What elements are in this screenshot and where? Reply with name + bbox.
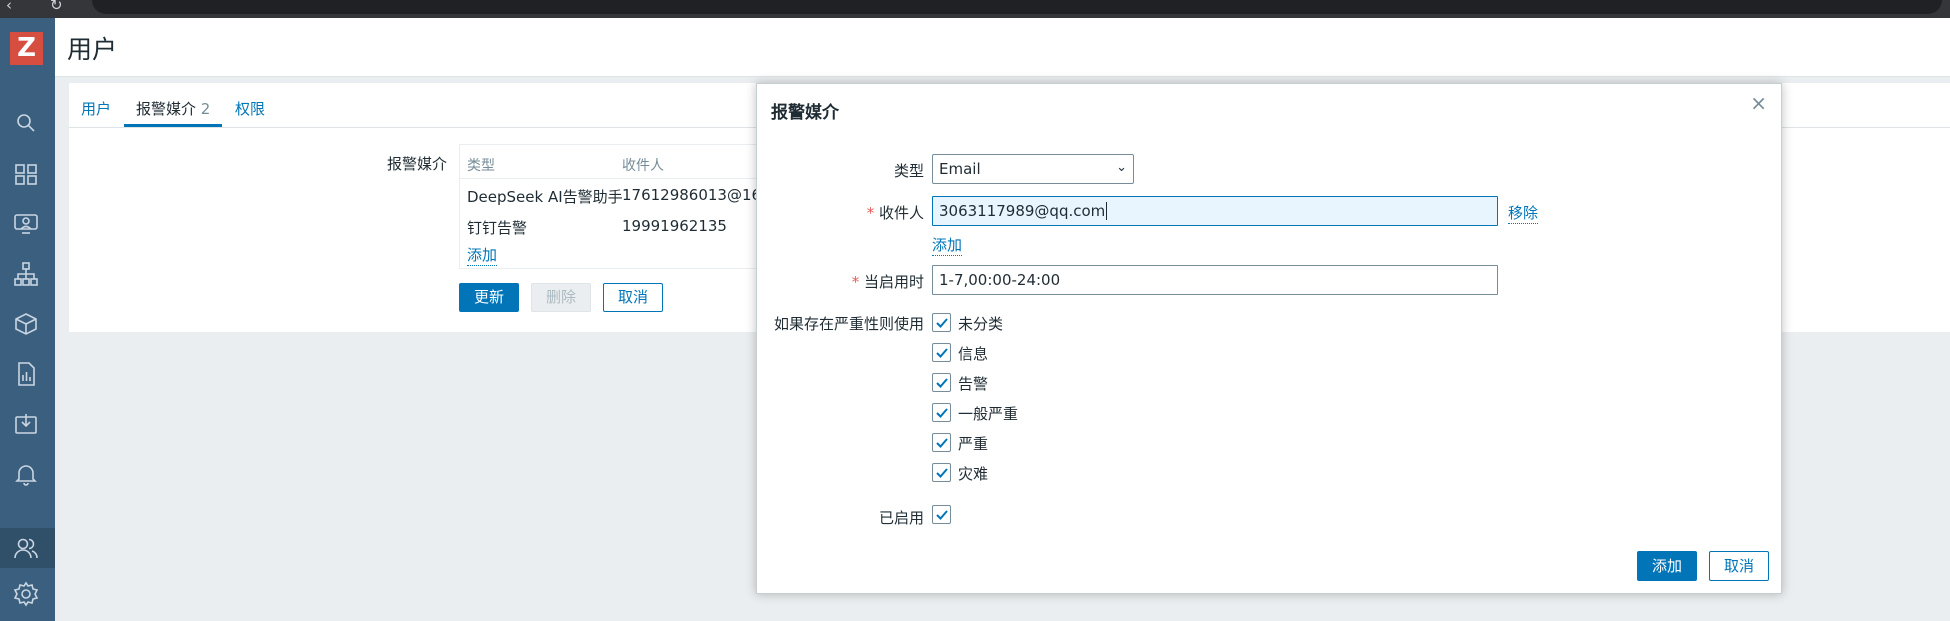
cancel-button[interactable]: 取消: [603, 283, 663, 312]
media-field-label: 报警媒介: [387, 155, 448, 173]
delete-button: 删除: [531, 283, 591, 312]
media-row-type: DeepSeek AI告警助手: [467, 188, 623, 206]
media-dialog: 报警媒介 × 类型 Email ⌄ * 收件人 3063117989@qq.co…: [756, 83, 1782, 594]
add-media-link[interactable]: 添加: [467, 244, 498, 266]
required-mark: *: [851, 273, 860, 291]
check-icon: [936, 408, 948, 418]
address-bar[interactable]: [92, 0, 1942, 14]
recipient-label: * 收件人: [867, 202, 924, 223]
type-label: 类型: [893, 162, 924, 180]
back-icon[interactable]: ‹: [6, 0, 12, 14]
data-collection-icon[interactable]: [13, 411, 39, 437]
check-icon: [936, 348, 948, 358]
period-label: * 当启用时: [852, 271, 924, 292]
severity-checkbox[interactable]: [932, 403, 951, 422]
period-input[interactable]: 1-7,00:00-24:00: [932, 265, 1498, 295]
media-row-recipient: 17612986013@163.: [622, 186, 776, 204]
enabled-checkbox[interactable]: [932, 505, 951, 524]
severity-label: 如果存在严重性则使用: [773, 315, 924, 333]
tab-media-label: 报警媒介: [136, 100, 197, 118]
recipient-value: 3063117989@qq.com: [939, 202, 1106, 220]
update-button[interactable]: 更新: [459, 283, 519, 312]
browser-toolbar: ‹ ↻: [0, 0, 1950, 18]
check-icon: [936, 468, 948, 478]
tab-media[interactable]: 报警媒介 2: [136, 98, 210, 119]
check-icon: [936, 510, 948, 520]
severity-checkbox[interactable]: [932, 343, 951, 362]
logo-z[interactable]: Z: [10, 32, 43, 65]
severity-label-text: 信息: [958, 345, 989, 363]
remove-recipient-link[interactable]: 移除: [1508, 202, 1539, 224]
period-label-text: 当启用时: [863, 273, 924, 291]
dialog-title: 报警媒介: [771, 103, 839, 123]
inventory-icon[interactable]: [13, 311, 39, 337]
tab-media-count: 2: [200, 100, 211, 118]
column-header-type: 类型: [467, 158, 495, 174]
users-icon[interactable]: [0, 528, 55, 568]
severity-checkbox[interactable]: [932, 463, 951, 482]
media-row-type: 钉钉告警: [467, 219, 528, 237]
severity-checkbox[interactable]: [932, 433, 951, 452]
page-title: 用户: [67, 35, 118, 64]
severity-checkbox[interactable]: [932, 313, 951, 332]
text-cursor: [1106, 202, 1108, 220]
page-header: 用户: [55, 18, 1950, 77]
alerts-icon[interactable]: [13, 461, 39, 487]
tab-permissions-label: 权限: [235, 100, 266, 118]
chevron-down-icon: ⌄: [1116, 160, 1127, 175]
media-row-recipient: 19991962135: [622, 217, 727, 235]
sidebar: Z: [0, 18, 55, 621]
type-select-value: Email: [939, 160, 981, 178]
network-icon[interactable]: [13, 261, 39, 287]
severity-label-text: 未分类: [958, 315, 1004, 333]
severity-label-text: 一般严重: [958, 405, 1019, 423]
severity-label-text: 告警: [958, 375, 989, 393]
severity-label-text: 灾难: [958, 465, 989, 483]
tab-user-label: 用户: [81, 100, 112, 118]
administration-icon[interactable]: [13, 581, 39, 607]
check-icon: [936, 438, 948, 448]
column-header-recipient: 收件人: [622, 158, 664, 174]
reports-icon[interactable]: [13, 361, 39, 387]
recipient-input[interactable]: 3063117989@qq.com: [932, 196, 1498, 226]
dialog-cancel-button[interactable]: 取消: [1709, 551, 1769, 581]
close-icon[interactable]: ×: [1750, 91, 1767, 115]
tab-user[interactable]: 用户: [81, 98, 111, 119]
check-icon: [936, 318, 948, 328]
search-icon[interactable]: [13, 110, 39, 136]
reload-icon[interactable]: ↻: [50, 0, 63, 14]
dashboard-icon[interactable]: [13, 161, 39, 187]
type-select[interactable]: Email ⌄: [932, 154, 1134, 184]
monitoring-icon[interactable]: [13, 211, 39, 237]
recipient-label-text: 收件人: [878, 204, 924, 222]
check-icon: [936, 378, 948, 388]
severity-label-text: 严重: [958, 435, 989, 453]
severity-checkbox[interactable]: [932, 373, 951, 392]
enabled-label: 已启用: [878, 509, 924, 527]
tab-permissions[interactable]: 权限: [235, 98, 265, 119]
active-tab-indicator: [124, 124, 222, 127]
dialog-add-button[interactable]: 添加: [1637, 551, 1697, 581]
required-mark: *: [866, 204, 875, 222]
add-recipient-link[interactable]: 添加: [932, 234, 963, 256]
